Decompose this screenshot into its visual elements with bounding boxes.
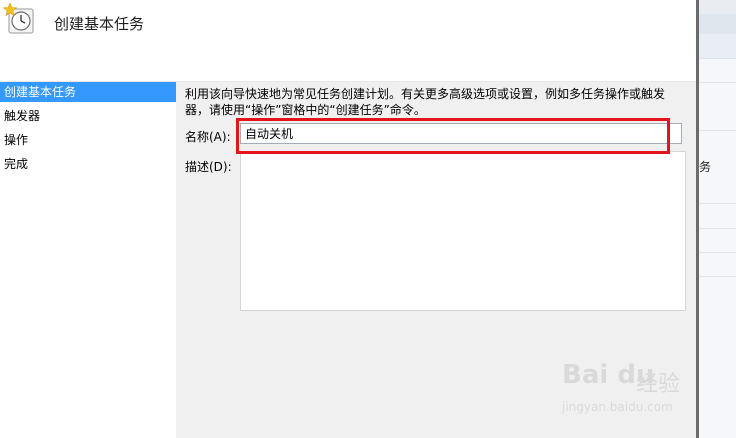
task-scheduler-clock-icon — [3, 3, 34, 34]
baidu-jingyan-watermark: Bai du 经验 jingyan.baidu.com — [562, 360, 702, 420]
task-description-textarea[interactable] — [240, 151, 686, 311]
step-create-basic-task[interactable]: 创建基本任务 — [0, 82, 176, 102]
bg-window-band — [699, 34, 736, 58]
bg-window-band — [699, 0, 736, 14]
bg-window-line — [699, 203, 736, 204]
wizard-description: 利用该向导快速地为常见任务创建计划。有关更多高级选项或设置，例如多任务操作或触发… — [185, 87, 666, 117]
name-label: 名称(A): — [185, 130, 231, 144]
bg-window-line — [699, 58, 736, 59]
wizard-steps-nav: 创建基本任务 触发器 操作 完成 — [0, 82, 176, 178]
description-label: 描述(D): — [185, 160, 232, 174]
bg-window-line — [699, 130, 736, 131]
bg-window-line — [699, 276, 736, 277]
background-window: 务 — [699, 0, 736, 438]
wizard-title: 创建基本任务 — [54, 15, 145, 33]
watermark-url: jingyan.baidu.com — [562, 400, 673, 414]
bg-window-line — [699, 228, 736, 229]
step-finish[interactable]: 完成 — [0, 154, 176, 174]
task-name-input[interactable] — [240, 123, 682, 144]
bg-window-line — [699, 252, 736, 253]
bg-window-partial-text: 务 — [699, 160, 712, 174]
step-action[interactable]: 操作 — [0, 130, 176, 150]
step-trigger[interactable]: 触发器 — [0, 106, 176, 126]
watermark-label: 经验 — [636, 372, 681, 397]
bg-window-line — [699, 82, 736, 83]
bg-window-band — [699, 14, 736, 34]
